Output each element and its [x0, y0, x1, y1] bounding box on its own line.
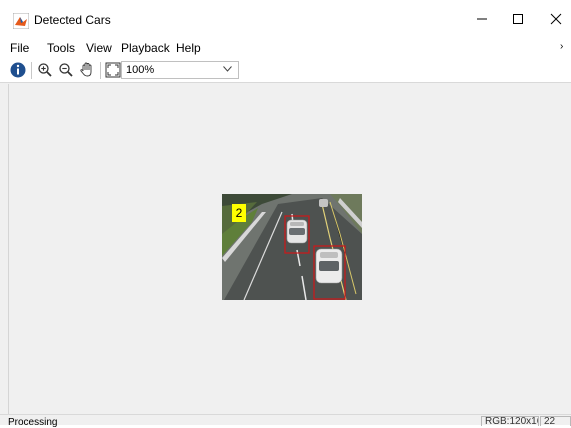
title-bar[interactable]: Detected Cars [0, 0, 571, 38]
close-button[interactable] [541, 6, 571, 32]
fit-to-window-icon[interactable] [104, 61, 122, 79]
matlab-logo-icon [13, 13, 29, 29]
zoom-dropdown[interactable]: 100% [121, 61, 239, 79]
zoom-in-icon[interactable] [36, 61, 54, 79]
menu-help[interactable]: Help [176, 41, 201, 55]
zoom-out-icon[interactable] [57, 61, 75, 79]
maximize-icon [513, 14, 523, 24]
menu-overflow-icon[interactable]: › [560, 41, 563, 52]
info-icon[interactable] [9, 61, 27, 79]
menu-tools[interactable]: Tools [47, 41, 75, 55]
status-bar: Processing RGB:120x160 22 [0, 414, 571, 428]
video-frame: 2 [222, 194, 362, 301]
toolbar-separator [31, 62, 32, 79]
window-title: Detected Cars [34, 13, 111, 27]
panel-border [8, 84, 9, 425]
chevron-down-icon [223, 66, 232, 72]
pan-hand-icon[interactable] [78, 61, 96, 79]
toolbar: 100% [0, 58, 571, 83]
status-text: Processing [8, 417, 58, 428]
zoom-value: 100% [126, 64, 155, 76]
toolbar-separator [100, 62, 101, 79]
menu-view[interactable]: View [86, 41, 112, 55]
minimize-icon [477, 18, 487, 20]
menu-file[interactable]: File [10, 41, 29, 55]
maximize-button[interactable] [503, 6, 533, 32]
minimize-button[interactable] [467, 6, 497, 32]
app-window: Detected Cars File Tools View Playback H… [0, 0, 571, 428]
detection-count-label: 2 [232, 204, 246, 222]
menu-playback[interactable]: Playback [121, 41, 170, 55]
close-icon [550, 13, 562, 25]
menu-bar: File Tools View Playback Help › [0, 38, 571, 58]
